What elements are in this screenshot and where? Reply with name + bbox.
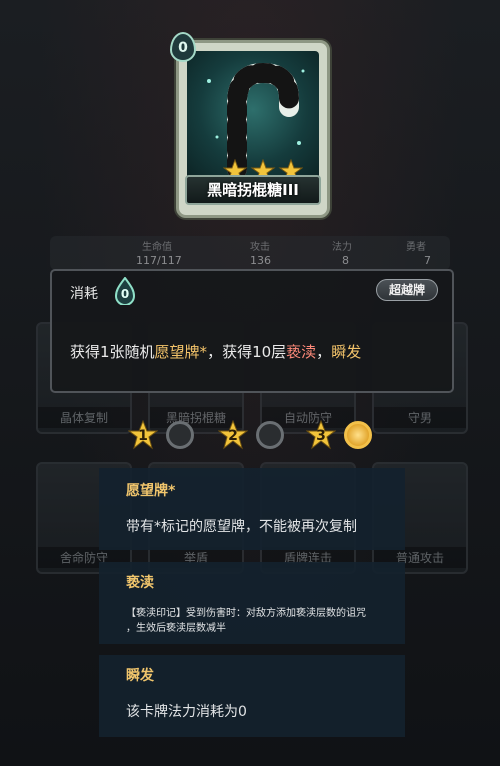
keyword-text: 带有*标记的愿望牌，不能被再次复制: [126, 519, 357, 535]
ext-value: 7: [424, 254, 431, 267]
keyword-panel: 瞬发 该卡牌法力消耗为0: [99, 655, 405, 737]
card-description: 获得1张随机愿望牌*，获得10层亵渎，瞬发: [70, 343, 362, 361]
keyword-panel: 亵渎 【亵渎印记】受到伤害时：对敌方添加亵渎层数的诅咒 ，生效后亵渎层数减半: [99, 562, 405, 644]
keyword-text: 该卡牌法力消耗为0: [126, 704, 247, 720]
ext-label: 勇者: [406, 242, 426, 253]
mp-value: 8: [342, 254, 349, 267]
mana-cost-value: 0: [120, 287, 130, 301]
keyword-panel: 愿望牌* 带有*标记的愿望牌，不能被再次复制: [99, 468, 405, 550]
keyword-link[interactable]: 愿望牌*: [155, 343, 208, 361]
mp-label: 法力: [332, 242, 352, 253]
keyword-title: 亵渎: [126, 575, 154, 591]
keyword-text: ，生效后亵渎层数减半: [126, 623, 226, 634]
atk-label: 攻击: [250, 242, 270, 253]
card-title: 黑暗拐棍糖III: [185, 175, 321, 205]
featured-card[interactable]: 黑暗拐棍糖III: [176, 40, 330, 218]
keyword-title: 瞬发: [126, 668, 154, 684]
bg-card-name: 晶体复制: [38, 407, 130, 428]
keyword-link[interactable]: 瞬发: [331, 343, 361, 361]
level-slot-active[interactable]: [344, 421, 372, 449]
level-selector: 1 2 3: [128, 418, 388, 454]
level-number: 3: [316, 428, 326, 444]
hp-value: 117/117: [136, 254, 182, 267]
hp-label: 生命值: [142, 242, 172, 253]
level-number: 2: [228, 428, 238, 444]
card-cost-badge: 0: [170, 32, 196, 62]
stats-bar: 生命值 117/117 攻击 136 法力 8 勇者 7: [50, 236, 450, 270]
keyword-title: 愿望牌*: [126, 483, 176, 499]
card-type-label: 消耗: [70, 286, 98, 302]
mana-cost-icon: 0: [114, 276, 136, 306]
level-slot[interactable]: [256, 421, 284, 449]
atk-value: 136: [250, 254, 271, 267]
level-number: 1: [138, 428, 148, 444]
keyword-text: 【亵渎印记】受到伤害时：对敌方添加亵渎层数的诅咒: [126, 608, 366, 619]
keyword-link[interactable]: 亵渎: [286, 343, 316, 361]
transcend-badge[interactable]: 超越牌: [375, 279, 438, 301]
level-slot[interactable]: [166, 421, 194, 449]
card-art: [187, 51, 319, 181]
card-tooltip: 消耗 0 超越牌 获得1张随机愿望牌*，获得10层亵渎，瞬发: [50, 269, 454, 393]
